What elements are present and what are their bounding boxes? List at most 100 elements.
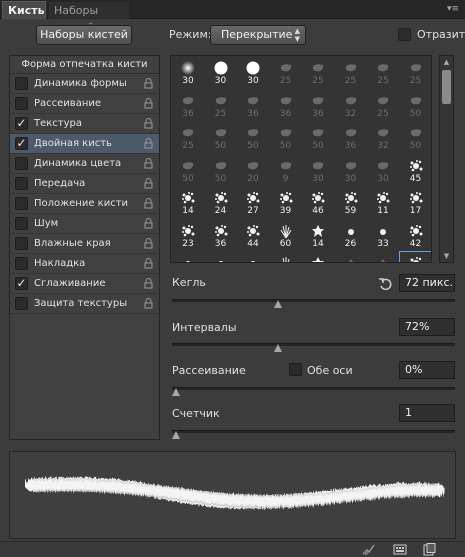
brush-tip-cell[interactable]: 25	[367, 90, 399, 123]
brush-tip-cell[interactable]: 60	[270, 220, 302, 253]
brush-tip-cell[interactable]: 26	[335, 220, 367, 253]
tab-brush[interactable]: Кисть	[2, 1, 46, 19]
lock-icon[interactable]	[144, 178, 153, 189]
brush-tip-cell[interactable]: 36	[172, 90, 204, 123]
option-checkbox[interactable]	[15, 77, 28, 90]
lock-icon[interactable]	[144, 158, 153, 169]
lock-icon[interactable]	[144, 98, 153, 109]
option-checkbox[interactable]	[15, 197, 28, 210]
brush-tip-cell[interactable]	[237, 252, 269, 262]
brush-tip-cell[interactable]: 50	[400, 122, 432, 155]
scatter-slider-track[interactable]	[172, 387, 455, 390]
brush-tip-cell[interactable]: 32	[367, 122, 399, 155]
option-checkbox[interactable]	[15, 177, 28, 190]
option-row[interactable]: ✓ Текстура	[10, 114, 159, 134]
brush-tip-cell[interactable]	[302, 252, 334, 262]
brush-tip-shape-header[interactable]: Форма отпечатка кисти	[10, 56, 159, 74]
lock-icon[interactable]	[144, 138, 153, 149]
scroll-up-icon[interactable]: ▲	[440, 58, 453, 66]
lock-icon[interactable]	[144, 258, 153, 269]
brush-tip-cell[interactable]: 23	[172, 220, 204, 253]
both-axes-checkbox[interactable]	[289, 363, 302, 376]
lock-icon[interactable]	[144, 78, 153, 89]
brush-tip-cell[interactable]	[172, 252, 204, 262]
option-row[interactable]: ✓ Двойная кисть	[10, 134, 159, 154]
grid-scrollbar[interactable]: ▲ ▼	[439, 55, 454, 263]
option-checkbox[interactable]: ✓	[15, 117, 28, 130]
spacing-input[interactable]: 72%	[399, 318, 455, 336]
brush-tip-cell[interactable]: 50	[302, 122, 334, 155]
scroll-thumb[interactable]	[442, 70, 451, 104]
scatter-slider-thumb[interactable]	[172, 388, 180, 396]
brush-tip-cell[interactable]: 50	[205, 155, 237, 188]
brush-tip-cell[interactable]	[335, 252, 367, 262]
grid-panel-icon[interactable]	[393, 543, 407, 556]
brush-tip-cell[interactable]	[270, 252, 302, 262]
option-row[interactable]: Передача	[10, 174, 159, 194]
lock-icon[interactable]	[144, 118, 153, 129]
brush-tip-cell[interactable]: 32	[335, 90, 367, 123]
brush-tip-cell[interactable]: 50	[172, 155, 204, 188]
option-checkbox[interactable]	[15, 217, 28, 230]
option-row[interactable]: Динамика цвета	[10, 154, 159, 174]
brush-tip-cell[interactable]: 25	[270, 57, 302, 90]
brush-tip-cell[interactable]: 36	[302, 90, 334, 123]
brush-tip-cell[interactable]: 30	[237, 57, 269, 90]
option-checkbox[interactable]: ✓	[15, 277, 28, 290]
scatter-input[interactable]: 0%	[399, 361, 455, 379]
brush-tip-cell[interactable]: 17	[400, 187, 432, 220]
spacing-slider-thumb[interactable]	[274, 344, 283, 352]
brush-tip-cell[interactable]: 11	[367, 187, 399, 220]
option-checkbox[interactable]	[15, 157, 28, 170]
brush-presets-button[interactable]: Наборы кистей	[36, 25, 132, 45]
brush-tip-cell[interactable]: 45	[400, 155, 432, 188]
new-preset-icon[interactable]	[422, 543, 436, 556]
lock-icon[interactable]	[144, 218, 153, 229]
option-row[interactable]: Положение кисти	[10, 194, 159, 214]
option-row[interactable]: Рассеивание	[10, 94, 159, 114]
lock-icon[interactable]	[144, 278, 153, 289]
option-checkbox[interactable]	[15, 237, 28, 250]
option-checkbox[interactable]	[15, 257, 28, 270]
brush-tip-cell[interactable]	[398, 251, 431, 262]
option-checkbox[interactable]	[15, 297, 28, 310]
brush-tip-cell[interactable]: 25	[335, 57, 367, 90]
option-row[interactable]: ✓ Сглаживание	[10, 274, 159, 294]
brush-tip-cell[interactable]: 36	[205, 220, 237, 253]
brush-tip-cell[interactable]: 46	[302, 187, 334, 220]
brush-tip-cell[interactable]: 30	[172, 57, 204, 90]
brush-tip-cell[interactable]: 59	[335, 187, 367, 220]
brush-tip-cell[interactable]: 50	[205, 122, 237, 155]
brush-tip-cell[interactable]: 33	[367, 220, 399, 253]
count-slider-track[interactable]	[172, 430, 455, 433]
brush-tip-cell[interactable]: 50	[270, 122, 302, 155]
brush-tip-cell[interactable]: 25	[172, 122, 204, 155]
brush-tip-cell[interactable]: 42	[400, 220, 432, 253]
tab-brush-presets[interactable]: Наборы кистей	[48, 1, 130, 34]
option-row[interactable]: Накладка	[10, 254, 159, 274]
brush-tip-cell[interactable]: 24	[205, 187, 237, 220]
brush-tip-cell[interactable]: 30	[302, 155, 334, 188]
lock-icon[interactable]	[144, 298, 153, 309]
option-row[interactable]: Влажные края	[10, 234, 159, 254]
size-slider-track[interactable]	[172, 299, 455, 302]
option-checkbox[interactable]: ✓	[15, 137, 28, 150]
lock-icon[interactable]	[144, 238, 153, 249]
scroll-down-icon[interactable]: ▼	[440, 252, 453, 260]
brush-tip-cell[interactable]	[205, 252, 237, 262]
brush-tip-cell[interactable]: 30	[367, 155, 399, 188]
brush-tip-cell[interactable]: 50	[400, 90, 432, 123]
brush-check-icon[interactable]	[362, 543, 376, 556]
count-slider-thumb[interactable]	[172, 431, 180, 439]
spacing-slider-track[interactable]	[172, 343, 455, 346]
brush-tip-cell[interactable]: 36	[237, 90, 269, 123]
brush-tip-cell[interactable]: 50	[237, 122, 269, 155]
mode-select[interactable]: Перекрытие ▲ ▼	[210, 25, 306, 45]
size-slider-thumb[interactable]	[274, 300, 283, 308]
brush-tip-cell[interactable]: 25	[367, 57, 399, 90]
brush-tip-cell[interactable]: 14	[302, 220, 334, 253]
brush-tip-cell[interactable]: 36	[335, 122, 367, 155]
brush-tip-cell[interactable]: 20	[237, 155, 269, 188]
brush-tip-cell[interactable]: 14	[172, 187, 204, 220]
reset-size-icon[interactable]	[378, 277, 394, 291]
